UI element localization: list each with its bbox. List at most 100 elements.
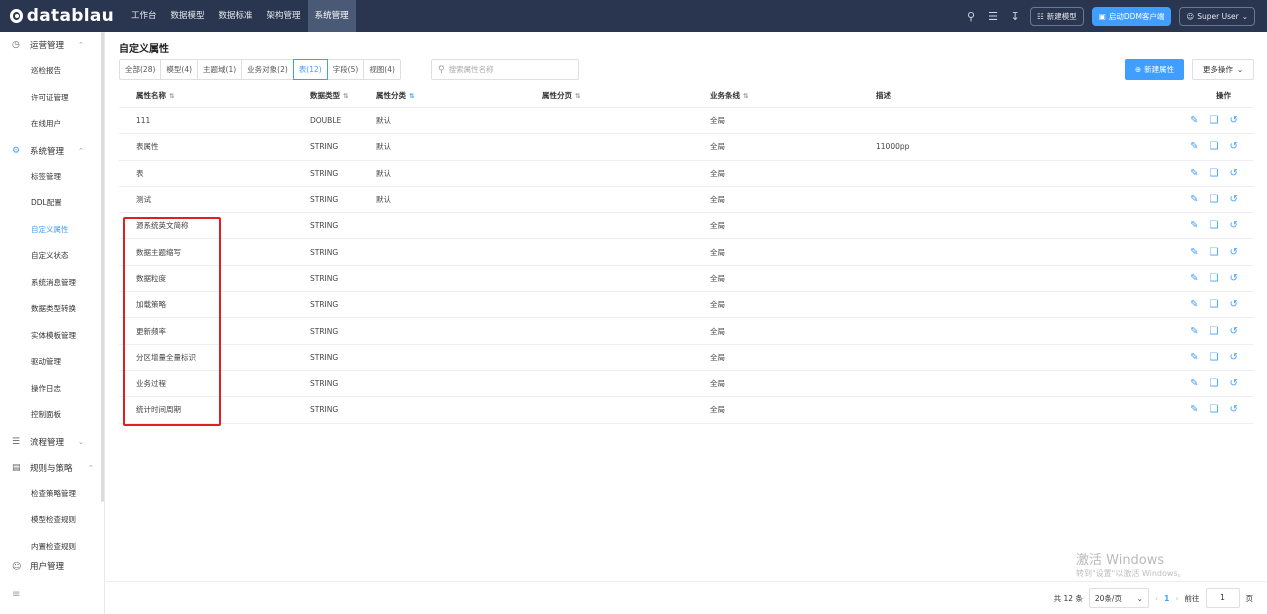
sidebar-item-tags[interactable]: 标签管理	[0, 164, 104, 191]
edit-icon[interactable]: ✎	[1190, 273, 1198, 284]
header-category[interactable]: 属性分类 ⇅	[376, 90, 414, 101]
sidebar-item-model-check-rules[interactable]: 模型检查规则	[0, 507, 104, 534]
history-icon[interactable]: ↺	[1229, 247, 1237, 258]
page-number[interactable]: 1	[1164, 594, 1169, 603]
header-page[interactable]: 属性分页 ⇅	[542, 90, 580, 101]
sidebar-group-label: 规则与策略	[30, 463, 73, 474]
history-icon[interactable]: ↺	[1229, 194, 1237, 205]
delete-icon[interactable]: ❑	[1210, 115, 1219, 126]
delete-icon[interactable]: ❑	[1210, 168, 1219, 179]
sidebar-item-custom-status[interactable]: 自定义状态	[0, 243, 104, 270]
delete-icon[interactable]: ❑	[1210, 378, 1219, 389]
history-icon[interactable]: ↺	[1229, 378, 1237, 389]
header-actions: 操作	[1216, 90, 1231, 100]
sidebar-item-control-panel[interactable]: 控制面板	[0, 402, 104, 429]
sidebar-item-ddl[interactable]: DDL配置	[0, 190, 104, 217]
edit-icon[interactable]: ✎	[1190, 168, 1198, 179]
edit-icon[interactable]: ✎	[1190, 352, 1198, 363]
sidebar-item-license[interactable]: 许可证管理	[0, 85, 104, 112]
cell-name: 统计时间周期	[136, 405, 181, 415]
collapse-sidebar-icon[interactable]: ≡	[12, 589, 20, 600]
delete-icon[interactable]: ❑	[1210, 352, 1219, 363]
table-body: 111 DOUBLE 默认 全局 ✎ ❑ ↺ 表属性 STRING 默认 全局 11000pp ✎ ❑ ↺ 表…	[119, 108, 1254, 424]
tab-business-object[interactable]: 业务对象(2)	[242, 60, 294, 79]
sidebar-item-custom-attributes[interactable]: 自定义属性	[0, 217, 104, 244]
delete-icon[interactable]: ❑	[1210, 404, 1219, 415]
nav-item-data-model[interactable]: 数据模型	[164, 0, 212, 32]
prev-page-icon[interactable]: ‹	[1155, 594, 1158, 603]
sidebar-group-rules[interactable]: ▤ 规则与策略 ⌃	[0, 455, 104, 481]
goto-page-input[interactable]: 1	[1205, 588, 1240, 608]
delete-icon[interactable]: ❑	[1210, 273, 1219, 284]
tab-view[interactable]: 视图(4)	[364, 60, 400, 79]
search-icon[interactable]: ⚲	[964, 10, 978, 23]
history-icon[interactable]: ↺	[1229, 352, 1237, 363]
header-name[interactable]: 属性名称 ⇅	[136, 90, 174, 101]
nav-item-architecture[interactable]: 架构管理	[260, 0, 308, 32]
delete-icon[interactable]: ❑	[1210, 220, 1219, 231]
more-actions-button[interactable]: 更多操作 ⌄	[1192, 59, 1254, 80]
sidebar-item-check-policy[interactable]: 检查策略管理	[0, 481, 104, 508]
sidebar-group-users[interactable]: ☺ 用户管理	[0, 560, 104, 572]
delete-icon[interactable]: ❑	[1210, 194, 1219, 205]
history-icon[interactable]: ↺	[1229, 326, 1237, 337]
cell-datatype: STRING	[310, 142, 339, 152]
history-icon[interactable]: ↺	[1229, 168, 1237, 179]
page-size-select[interactable]: 20条/页 ⌄	[1088, 588, 1149, 608]
header-business-line[interactable]: 业务条线 ⇅	[710, 90, 748, 101]
layers-icon[interactable]: ☰	[986, 10, 1000, 23]
history-icon[interactable]: ↺	[1229, 141, 1237, 152]
history-icon[interactable]: ↺	[1229, 115, 1237, 126]
edit-icon[interactable]: ✎	[1190, 115, 1198, 126]
cell-category: 默认	[376, 142, 391, 152]
tab-field[interactable]: 字段(5)	[328, 60, 365, 79]
edit-icon[interactable]: ✎	[1190, 194, 1198, 205]
history-icon[interactable]: ↺	[1229, 299, 1237, 310]
sidebar-item-type-conversion[interactable]: 数据类型转换	[0, 296, 104, 323]
nav-item-system[interactable]: 系统管理	[307, 0, 356, 32]
main-nav: 工作台 数据模型 数据标准 架构管理 系统管理	[124, 0, 356, 32]
delete-icon[interactable]: ❑	[1210, 326, 1219, 337]
sidebar-item-builtin-rules[interactable]: 内置检查规则	[0, 534, 104, 561]
sidebar-group-operations[interactable]: ◷ 运营管理 ⌃	[0, 32, 104, 58]
launch-client-button[interactable]: ▣ 启动DDM客户端	[1091, 6, 1172, 26]
tab-subject-area[interactable]: 主题域(1)	[198, 60, 243, 79]
sidebar-item-drivers[interactable]: 驱动管理	[0, 349, 104, 376]
sidebar-item-operation-log[interactable]: 操作日志	[0, 376, 104, 403]
edit-icon[interactable]: ✎	[1190, 299, 1198, 310]
history-icon[interactable]: ↺	[1229, 273, 1237, 284]
logo[interactable]: datablau	[10, 6, 114, 26]
tab-table[interactable]: 表(12)	[292, 59, 328, 80]
sidebar-group-system[interactable]: ⚙ 系统管理 ⌃	[0, 138, 104, 164]
new-model-button[interactable]: ☷ 新建模型	[1030, 6, 1084, 26]
edit-icon[interactable]: ✎	[1190, 141, 1198, 152]
history-icon[interactable]: ↺	[1229, 404, 1237, 415]
cell-actions: ✎ ❑ ↺	[1174, 141, 1254, 152]
cell-name: 111	[136, 116, 151, 126]
cell-name: 源系统英文简称	[136, 221, 189, 231]
delete-icon[interactable]: ❑	[1210, 141, 1219, 152]
search-input[interactable]	[448, 65, 569, 74]
edit-icon[interactable]: ✎	[1190, 378, 1198, 389]
nav-item-workbench[interactable]: 工作台	[124, 0, 164, 32]
header-datatype[interactable]: 数据类型 ⇅	[310, 90, 348, 101]
user-menu[interactable]: ☺ Super User ⌄	[1179, 6, 1255, 26]
tab-model[interactable]: 模型(4)	[161, 60, 199, 79]
next-page-icon[interactable]: ›	[1175, 594, 1178, 603]
sidebar-item-system-messages[interactable]: 系统消息管理	[0, 270, 104, 297]
sidebar-item-online-users[interactable]: 在线用户	[0, 111, 104, 138]
edit-icon[interactable]: ✎	[1190, 404, 1198, 415]
nav-item-data-standard[interactable]: 数据标准	[212, 0, 260, 32]
new-attribute-button[interactable]: ⊕ 新建属性	[1125, 59, 1184, 80]
history-icon[interactable]: ↺	[1229, 220, 1237, 231]
download-icon[interactable]: ↧	[1008, 10, 1022, 23]
tab-all[interactable]: 全部(28)	[120, 60, 162, 79]
delete-icon[interactable]: ❑	[1210, 299, 1219, 310]
sidebar-item-entity-templates[interactable]: 实体模板管理	[0, 323, 104, 350]
sidebar-item-inspection-report[interactable]: 巡检报告	[0, 58, 104, 85]
delete-icon[interactable]: ❑	[1210, 247, 1219, 258]
edit-icon[interactable]: ✎	[1190, 326, 1198, 337]
sidebar-group-workflow[interactable]: ☰ 流程管理 ⌄	[0, 429, 104, 455]
edit-icon[interactable]: ✎	[1190, 220, 1198, 231]
edit-icon[interactable]: ✎	[1190, 247, 1198, 258]
